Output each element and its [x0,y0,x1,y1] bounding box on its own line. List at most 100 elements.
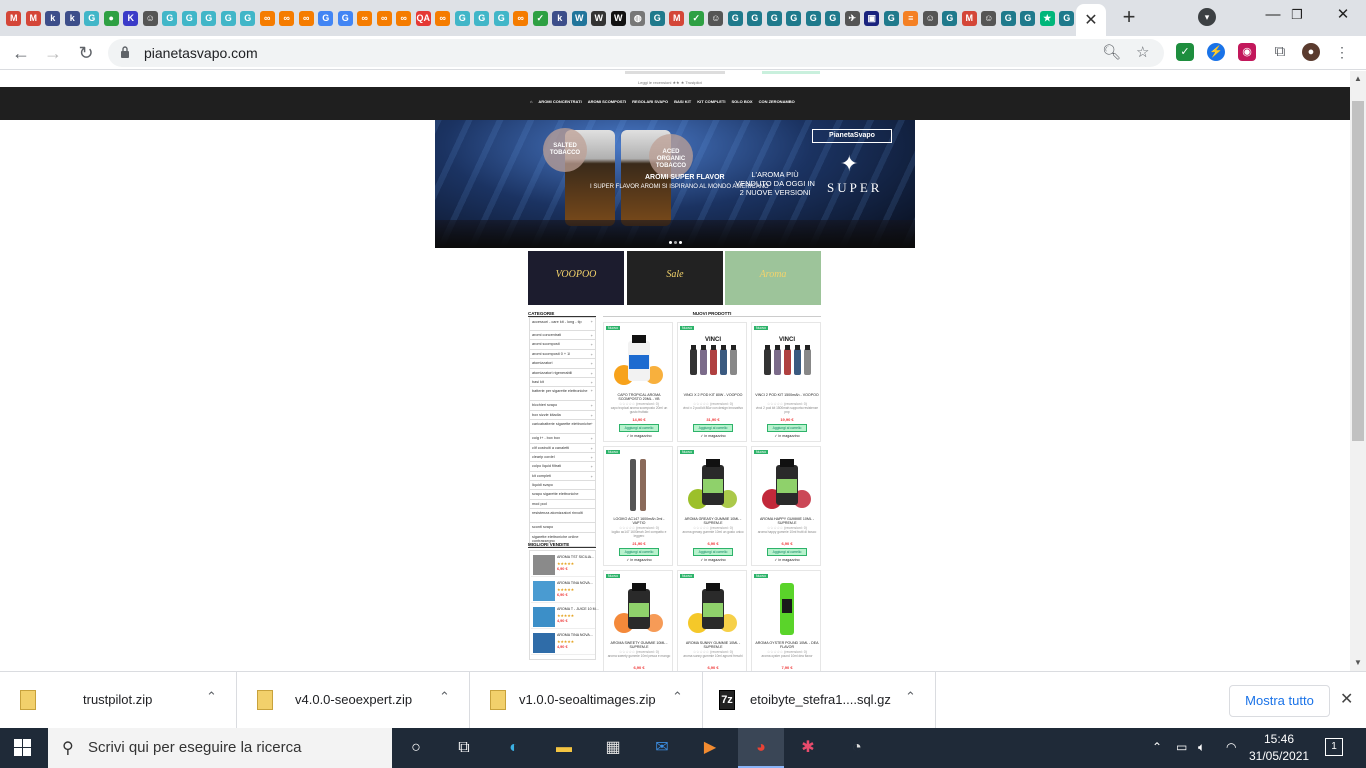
file-explorer-icon[interactable]: ▬ [552,736,576,760]
product-card[interactable]: Nuovo VINCI VINCI 2 POD KIT 1500mAh - VOOP… [751,322,821,442]
browser-tab[interactable]: G [180,6,200,30]
browser-tab[interactable]: ∞ [355,6,375,30]
browser-tab[interactable]: k [43,6,63,30]
bestseller-name[interactable]: AROMA TINA NOVA... [557,633,593,637]
tray-chevron-icon[interactable]: ⌃ [1152,740,1162,754]
product-image[interactable] [610,455,668,515]
browser-tab[interactable]: k [63,6,83,30]
browser-tab[interactable]: ☺ [979,6,999,30]
product-card[interactable]: Nuovo AROMA SWEETY GUMMIE 10ML - SUPREM-E… [603,570,673,671]
browser-tab[interactable]: G [160,6,180,30]
browser-tab[interactable]: M [24,6,44,30]
add-to-cart-button[interactable]: Aggiungi al carrello [767,424,807,432]
store-icon[interactable]: ▦ [601,736,625,760]
browser-tab[interactable]: G [1018,6,1038,30]
browser-tab[interactable]: ● [102,6,122,30]
category-item[interactable]: mod pod [529,499,596,510]
address-bar[interactable]: pianetasvapo.com 🔍︎ ☆ [108,39,1164,67]
page-scrollbar[interactable]: ▲ ▼ [1350,71,1366,671]
browser-tab[interactable]: G [219,6,239,30]
category-item[interactable]: sconti svapo [529,523,596,533]
category-item[interactable]: aromi concentrati + [529,331,596,341]
volume-icon[interactable]: 🔈︎ [1198,740,1205,755]
slider-dot[interactable] [679,241,682,244]
hero-banner[interactable]: SALTED TOBACCO ACED ORGANIC TOBACCO AROM… [435,120,915,248]
edge-icon[interactable]: ◐ [502,736,526,760]
add-to-cart-button[interactable]: Aggiungi al carrello [693,424,733,432]
expand-icon[interactable]: + [591,474,593,479]
browser-tab[interactable]: ☺ [141,6,161,30]
product-image[interactable]: VINCI [684,331,742,391]
product-name[interactable]: VINCI 2 POD KIT 1500mAh - VOOPOO [755,393,819,397]
product-image[interactable]: VINCI [758,331,816,391]
product-image[interactable] [758,455,816,515]
menu-item[interactable]: SOLO BOX [731,99,752,104]
category-item[interactable]: resistenza atomizzatori rinvolti [529,509,596,524]
category-item[interactable]: box sizzle kitadia + [529,410,596,421]
chevron-up-icon[interactable]: ⌃ [439,689,450,705]
browser-tab[interactable]: G [336,6,356,30]
scroll-thumb[interactable] [1352,101,1364,441]
category-item[interactable]: bicchieri svapo + [529,401,596,411]
product-name[interactable]: VINCI X 2 POD KIT 80W - VOOPOO [681,393,745,397]
browser-tab[interactable]: G [745,6,765,30]
browser-tab[interactable]: M [4,6,24,30]
category-item[interactable]: svapo sigarette elettroniche [529,490,596,500]
browser-tab[interactable]: G [82,6,102,30]
browser-tab[interactable]: k [550,6,570,30]
category-item[interactable]: aromi scomposti 0 + 1l + [529,349,596,360]
close-window-icon[interactable]: ✕ [1320,4,1366,26]
slider-dot[interactable] [674,241,677,244]
bestseller-thumbnail[interactable] [533,555,555,575]
extension-camera-icon[interactable]: ◉ [1238,43,1256,61]
expand-icon[interactable]: + [591,371,593,376]
bestseller-name[interactable]: AROMA T - JUICE 10 M... [557,607,599,611]
expand-icon[interactable]: + [591,352,593,357]
browser-tab[interactable]: ∞ [297,6,317,30]
category-item[interactable]: atomizzatori + [529,359,596,369]
back-icon[interactable]: ← [9,42,33,64]
product-image[interactable] [610,579,668,639]
download-item[interactable]: v1.0.0-seoaltimages.zip ⌃ [470,672,703,729]
product-image[interactable] [684,455,742,515]
browser-tab[interactable]: M [667,6,687,30]
browser-tab[interactable]: G [199,6,219,30]
browser-tab[interactable]: ✓ [687,6,707,30]
product-card[interactable]: Nuovo CAPO TROPICAL AROMA SCOMPOSTO 20ML … [603,322,673,442]
expand-icon[interactable]: + [591,464,593,469]
browser-tab[interactable]: G [804,6,824,30]
browser-tab[interactable]: QA [414,6,434,30]
windows-start-icon[interactable] [14,739,32,757]
close-downloads-icon[interactable]: ✕ [1340,689,1353,709]
search-button[interactable] [762,71,820,74]
notification-icon[interactable]: 1 [1325,738,1343,756]
category-item[interactable]: batterie per sigarette elettroniche + [529,387,596,402]
bestseller-thumbnail[interactable] [533,581,555,601]
promo-aroma[interactable]: Aroma [725,251,821,305]
product-card[interactable]: Nuovo AROMA OYSTER POUND 10ML - DEA FLAVO… [751,570,821,671]
bestseller-thumbnail[interactable] [533,633,555,653]
category-item[interactable]: kit completi + [529,471,596,482]
chevron-up-icon[interactable]: ⌃ [672,689,683,705]
category-item[interactable]: atomizzatori rigenerabili + [529,368,596,378]
download-item[interactable]: v4.0.0-seoexpert.zip ⌃ [237,672,470,729]
expand-icon[interactable]: + [591,413,593,418]
menu-item[interactable]: AROMI CONCENTRATI [538,99,581,104]
menu-item[interactable]: REGOLARI SVAPO [632,99,668,104]
extension-check-icon[interactable]: ✓ [1176,43,1194,61]
scroll-down-icon[interactable]: ▼ [1354,658,1362,667]
browser-tab[interactable]: G [784,6,804,30]
expand-icon[interactable]: + [591,422,593,427]
product-name[interactable]: AROMA HAPPY GUMMIE 10ML - SUPREM-E [755,517,819,526]
browser-tab[interactable]: G [238,6,258,30]
menu-item[interactable]: BASI KIT [674,99,691,104]
browser-tab[interactable]: G [823,6,843,30]
zoom-icon[interactable]: 🔍︎ [1102,43,1121,61]
media-player-icon[interactable]: ▶ [698,736,722,760]
product-image[interactable] [610,331,668,391]
browser-tab[interactable]: ★ [1038,6,1058,30]
taskbar-search-box[interactable]: ⚲ Scrivi qui per eseguire la ricerca [48,728,392,768]
expand-icon[interactable]: + [591,403,593,408]
search-field[interactable] [625,71,725,74]
product-name[interactable]: AROMA SUNNY GUMMIE 10ML - SUPREM-E [681,641,745,650]
